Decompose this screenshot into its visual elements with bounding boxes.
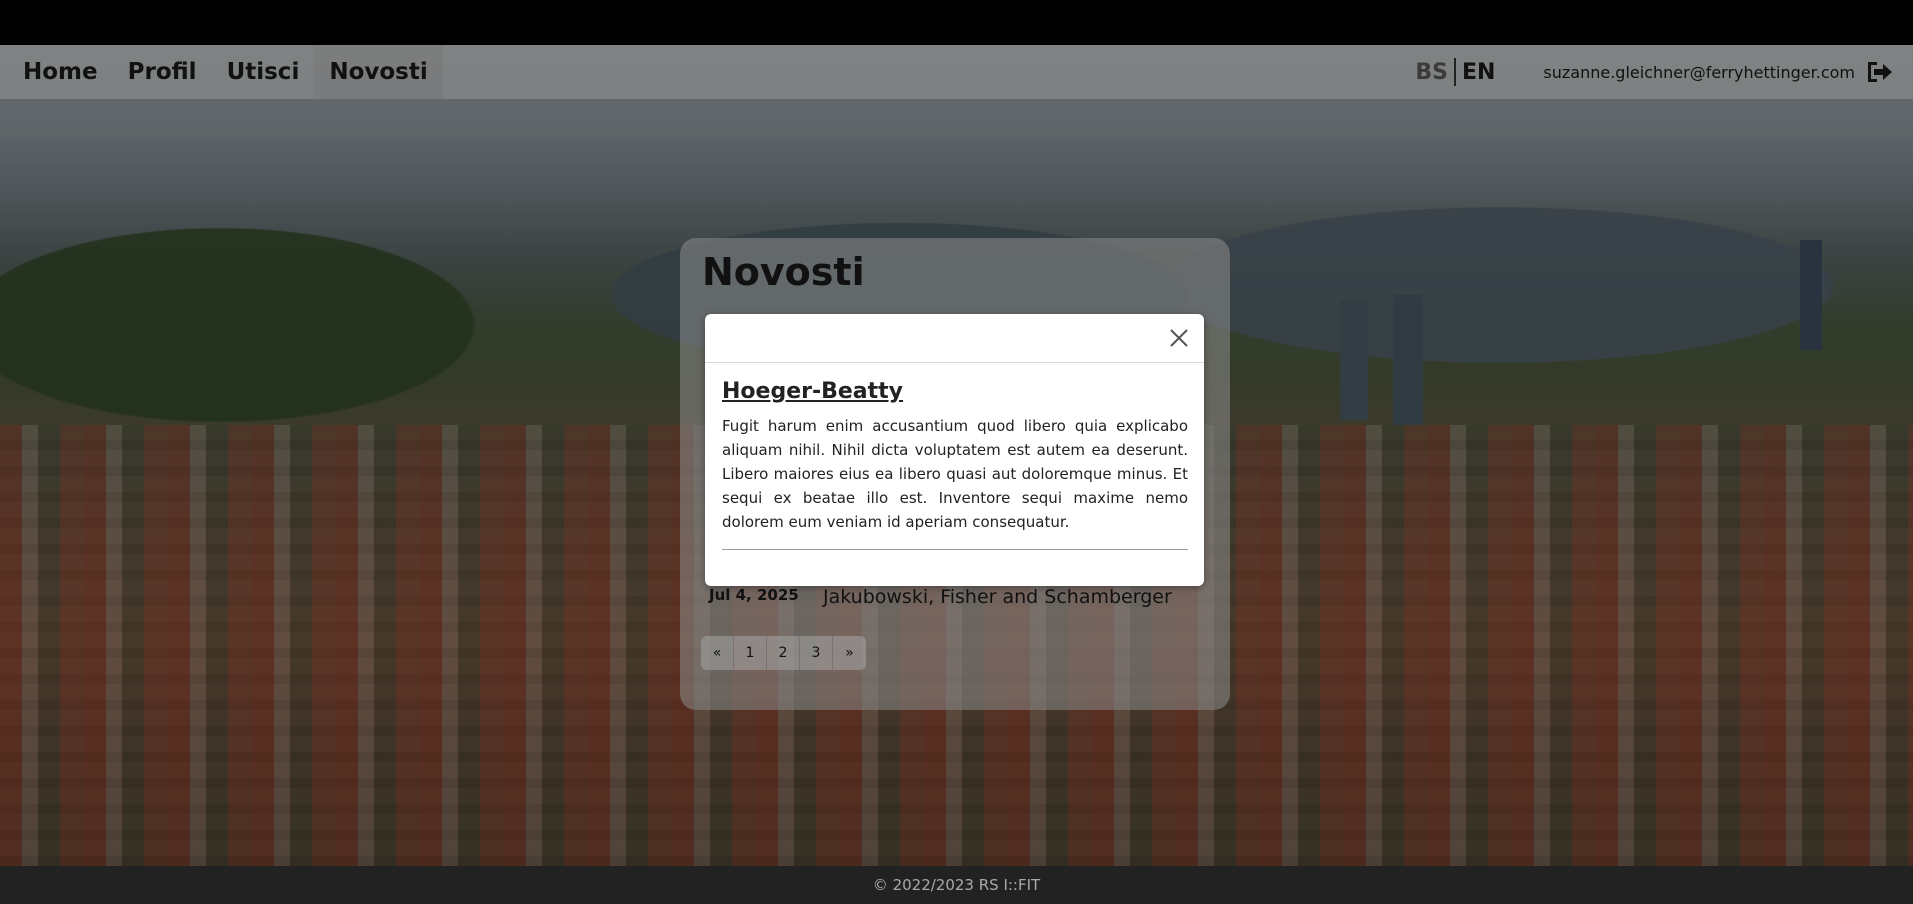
pagination-prev[interactable]: « [701, 636, 734, 670]
user-email[interactable]: suzanne.gleichner@ferryhettinger.com [1543, 63, 1855, 82]
modal-text: Fugit harum enim accusantium quod libero… [722, 417, 1188, 531]
pagination: « 1 2 3 » [701, 636, 866, 670]
footer-text: © 2022/2023 RS I::FIT [872, 876, 1041, 894]
lang-bs-button[interactable]: BS [1415, 60, 1454, 85]
nav-link-profil[interactable]: Profil [113, 45, 212, 99]
pagination-page-3[interactable]: 3 [800, 636, 833, 670]
top-bar [0, 0, 1913, 45]
nav-link-home[interactable]: Home [8, 45, 113, 99]
nav-links: Home Profil Utisci Novosti [0, 45, 443, 99]
footer: © 2022/2023 RS I::FIT [0, 866, 1913, 904]
pagination-page-1[interactable]: 1 [734, 636, 767, 670]
lang-en-button[interactable]: EN [1456, 60, 1495, 85]
modal-divider [722, 549, 1188, 550]
modal-title: Hoeger-Beatty [722, 379, 904, 404]
nav-link-utisci[interactable]: Utisci [212, 45, 315, 99]
modal-body: Hoeger-Beatty Fugit harum enim accusanti… [705, 363, 1204, 550]
language-switcher: BS EN [1415, 58, 1495, 86]
pagination-page-2[interactable]: 2 [767, 636, 800, 670]
logout-icon[interactable] [1865, 60, 1893, 84]
nav-right: BS EN suzanne.gleichner@ferryhettinger.c… [1415, 45, 1913, 99]
page-title: Novosti [702, 250, 865, 294]
news-date: Jul 4, 2025 [709, 586, 799, 604]
news-modal: Hoeger-Beatty Fugit harum enim accusanti… [705, 314, 1204, 586]
nav-link-novosti[interactable]: Novosti [314, 45, 443, 99]
close-icon[interactable] [1168, 327, 1190, 349]
navbar: Home Profil Utisci Novosti BS EN suzanne… [0, 45, 1913, 99]
pagination-next[interactable]: » [833, 636, 866, 670]
modal-header [705, 314, 1204, 363]
news-item-title[interactable]: Jakubowski, Fisher and Schamberger [823, 586, 1172, 608]
